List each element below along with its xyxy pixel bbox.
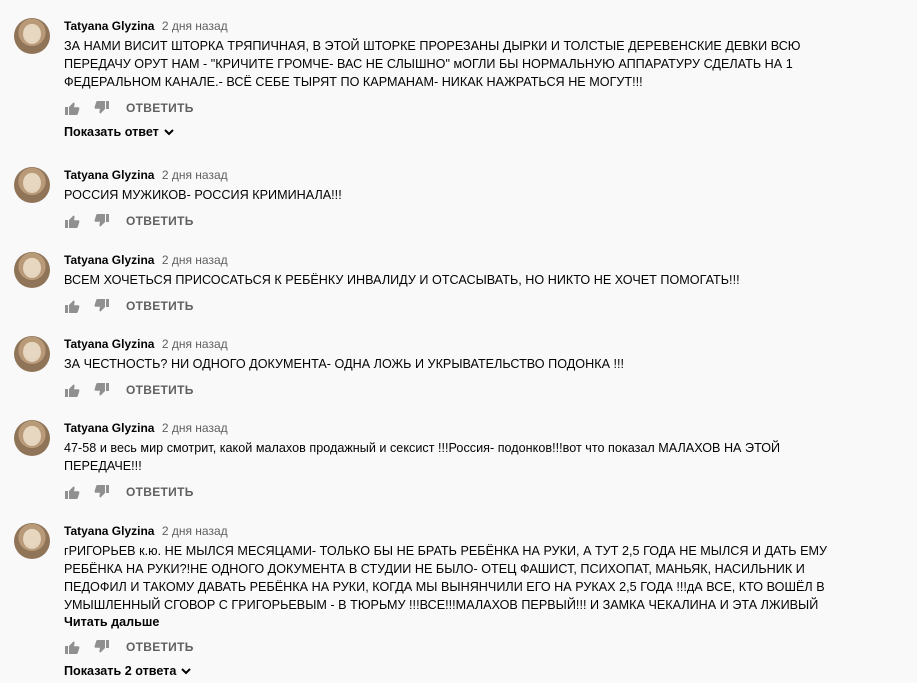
reply-button[interactable]: ОТВЕТИТЬ	[126, 101, 194, 115]
reply-button[interactable]: ОТВЕТИТЬ	[126, 299, 194, 313]
thumbs-down-icon[interactable]	[94, 100, 110, 116]
comment-line: РЕБЁНКА НА РУКИ?!НЕ ОДНОГО ДОКУМЕНТА В С…	[64, 562, 805, 576]
comment-line: ФЕДЕРАЛЬНОМ КАНАЛЕ.- ВСЁ СЕБЕ ТЫРЯТ ПО К…	[64, 75, 643, 89]
thumbs-down-icon[interactable]	[94, 213, 110, 229]
comment-actions: ОТВЕТИТЬ	[64, 99, 884, 117]
show-replies-button[interactable]: Показать ответ	[64, 125, 884, 139]
comment-actions: ОТВЕТИТЬ	[64, 212, 884, 230]
avatar[interactable]	[14, 18, 50, 54]
comment-text: ЗА ЧЕСТНОСТЬ? НИ ОДНОГО ДОКУМЕНТА- ОДНА …	[64, 355, 884, 373]
comment-text: 47-58 и весь мир смотрит, какой малахов …	[64, 439, 884, 475]
reply-button[interactable]: ОТВЕТИТЬ	[126, 383, 194, 397]
comment-header: Tatyana Glyzina 2 дня назад	[64, 252, 884, 268]
avatar[interactable]	[14, 523, 50, 559]
thumbs-up-icon[interactable]	[64, 639, 80, 655]
comment-line: ЗА НАМИ ВИСИТ ШТОРКА ТРЯПИЧНАЯ, В ЭТОЙ Ш…	[64, 39, 801, 53]
author-name[interactable]: Tatyana Glyzina	[64, 337, 154, 351]
show-replies-label: Показать 2 ответа	[64, 664, 177, 678]
comment-line: УМЫШЛЕННЫЙ СГОВОР С ГРИГОРЬЕВЫМ - В ТЮРЬ…	[64, 598, 819, 612]
comment-line: 47-58 и весь мир смотрит, какой малахов …	[64, 441, 781, 455]
comment-header: Tatyana Glyzina 2 дня назад	[64, 167, 884, 183]
comment-actions: ОТВЕТИТЬ	[64, 483, 884, 501]
comment-header: Tatyana Glyzina 2 дня назад	[64, 523, 884, 539]
avatar[interactable]	[14, 336, 50, 372]
avatar[interactable]	[14, 167, 50, 203]
author-name[interactable]: Tatyana Glyzina	[64, 168, 154, 182]
comment-text: гРИГОРЬЕВ к.ю. НЕ МЫЛСЯ МЕСЯЦАМИ- ТОЛЬКО…	[64, 542, 884, 614]
comment-header: Tatyana Glyzina 2 дня назад	[64, 420, 884, 436]
thumbs-down-icon[interactable]	[94, 639, 110, 655]
comment-line: ЗА ЧЕСТНОСТЬ? НИ ОДНОГО ДОКУМЕНТА- ОДНА …	[64, 357, 625, 371]
comment-time[interactable]: 2 дня назад	[162, 421, 228, 435]
comment-line: РОССИЯ МУЖИКОВ- РОССИЯ КРИМИНАЛА!!!	[64, 188, 342, 202]
show-replies-button[interactable]: Показать 2 ответа	[64, 664, 884, 678]
reply-button[interactable]: ОТВЕТИТЬ	[126, 640, 194, 654]
comment-time[interactable]: 2 дня назад	[162, 524, 228, 538]
thumbs-up-icon[interactable]	[64, 213, 80, 229]
comment-actions: ОТВЕТИТЬ	[64, 297, 884, 315]
reply-button[interactable]: ОТВЕТИТЬ	[126, 214, 194, 228]
read-more-button[interactable]: Читать дальше	[64, 614, 884, 630]
avatar[interactable]	[14, 420, 50, 456]
comment-text: РОССИЯ МУЖИКОВ- РОССИЯ КРИМИНАЛА!!!	[64, 186, 884, 204]
comment-line: ВСЕМ ХОЧЕТЬСЯ ПРИСОСАТЬСЯ К РЕБЁНКУ ИНВА…	[64, 273, 740, 287]
comment-header: Tatyana Glyzina 2 дня назад	[64, 336, 884, 352]
avatar[interactable]	[14, 252, 50, 288]
chevron-down-icon	[163, 126, 175, 138]
thumbs-up-icon[interactable]	[64, 382, 80, 398]
thumbs-down-icon[interactable]	[94, 484, 110, 500]
comment-time[interactable]: 2 дня назад	[162, 168, 228, 182]
author-name[interactable]: Tatyana Glyzina	[64, 19, 154, 33]
comment-text: ЗА НАМИ ВИСИТ ШТОРКА ТРЯПИЧНАЯ, В ЭТОЙ Ш…	[64, 37, 884, 91]
comment-header: Tatyana Glyzina 2 дня назад	[64, 18, 884, 34]
thumbs-up-icon[interactable]	[64, 100, 80, 116]
comment-time[interactable]: 2 дня назад	[162, 337, 228, 351]
comment-text: ВСЕМ ХОЧЕТЬСЯ ПРИСОСАТЬСЯ К РЕБЁНКУ ИНВА…	[64, 271, 884, 289]
reply-button[interactable]: ОТВЕТИТЬ	[126, 485, 194, 499]
thumbs-down-icon[interactable]	[94, 382, 110, 398]
comment-line: ПЕРЕДАЧУ ОРУТ НАМ - "КРИЧИТЕ ГРОМЧЕ- ВАС…	[64, 57, 793, 71]
comment-actions: ОТВЕТИТЬ	[64, 381, 884, 399]
thumbs-up-icon[interactable]	[64, 484, 80, 500]
chevron-down-icon	[180, 665, 192, 677]
comment-line: ПЕДОФИЛ И ТАКОМУ ДАВАТЬ РЕБЁНКА НА РУКИ,…	[64, 580, 825, 594]
comment-line: ПЕРЕДАЧЕ!!!	[64, 459, 142, 473]
show-replies-label: Показать ответ	[64, 125, 159, 139]
comment-time[interactable]: 2 дня назад	[162, 19, 228, 33]
thumbs-down-icon[interactable]	[94, 298, 110, 314]
comment-line: гРИГОРЬЕВ к.ю. НЕ МЫЛСЯ МЕСЯЦАМИ- ТОЛЬКО…	[64, 544, 828, 558]
author-name[interactable]: Tatyana Glyzina	[64, 253, 154, 267]
thumbs-up-icon[interactable]	[64, 298, 80, 314]
author-name[interactable]: Tatyana Glyzina	[64, 421, 154, 435]
comment-time[interactable]: 2 дня назад	[162, 253, 228, 267]
author-name[interactable]: Tatyana Glyzina	[64, 524, 154, 538]
comment-actions: ОТВЕТИТЬ	[64, 638, 884, 656]
